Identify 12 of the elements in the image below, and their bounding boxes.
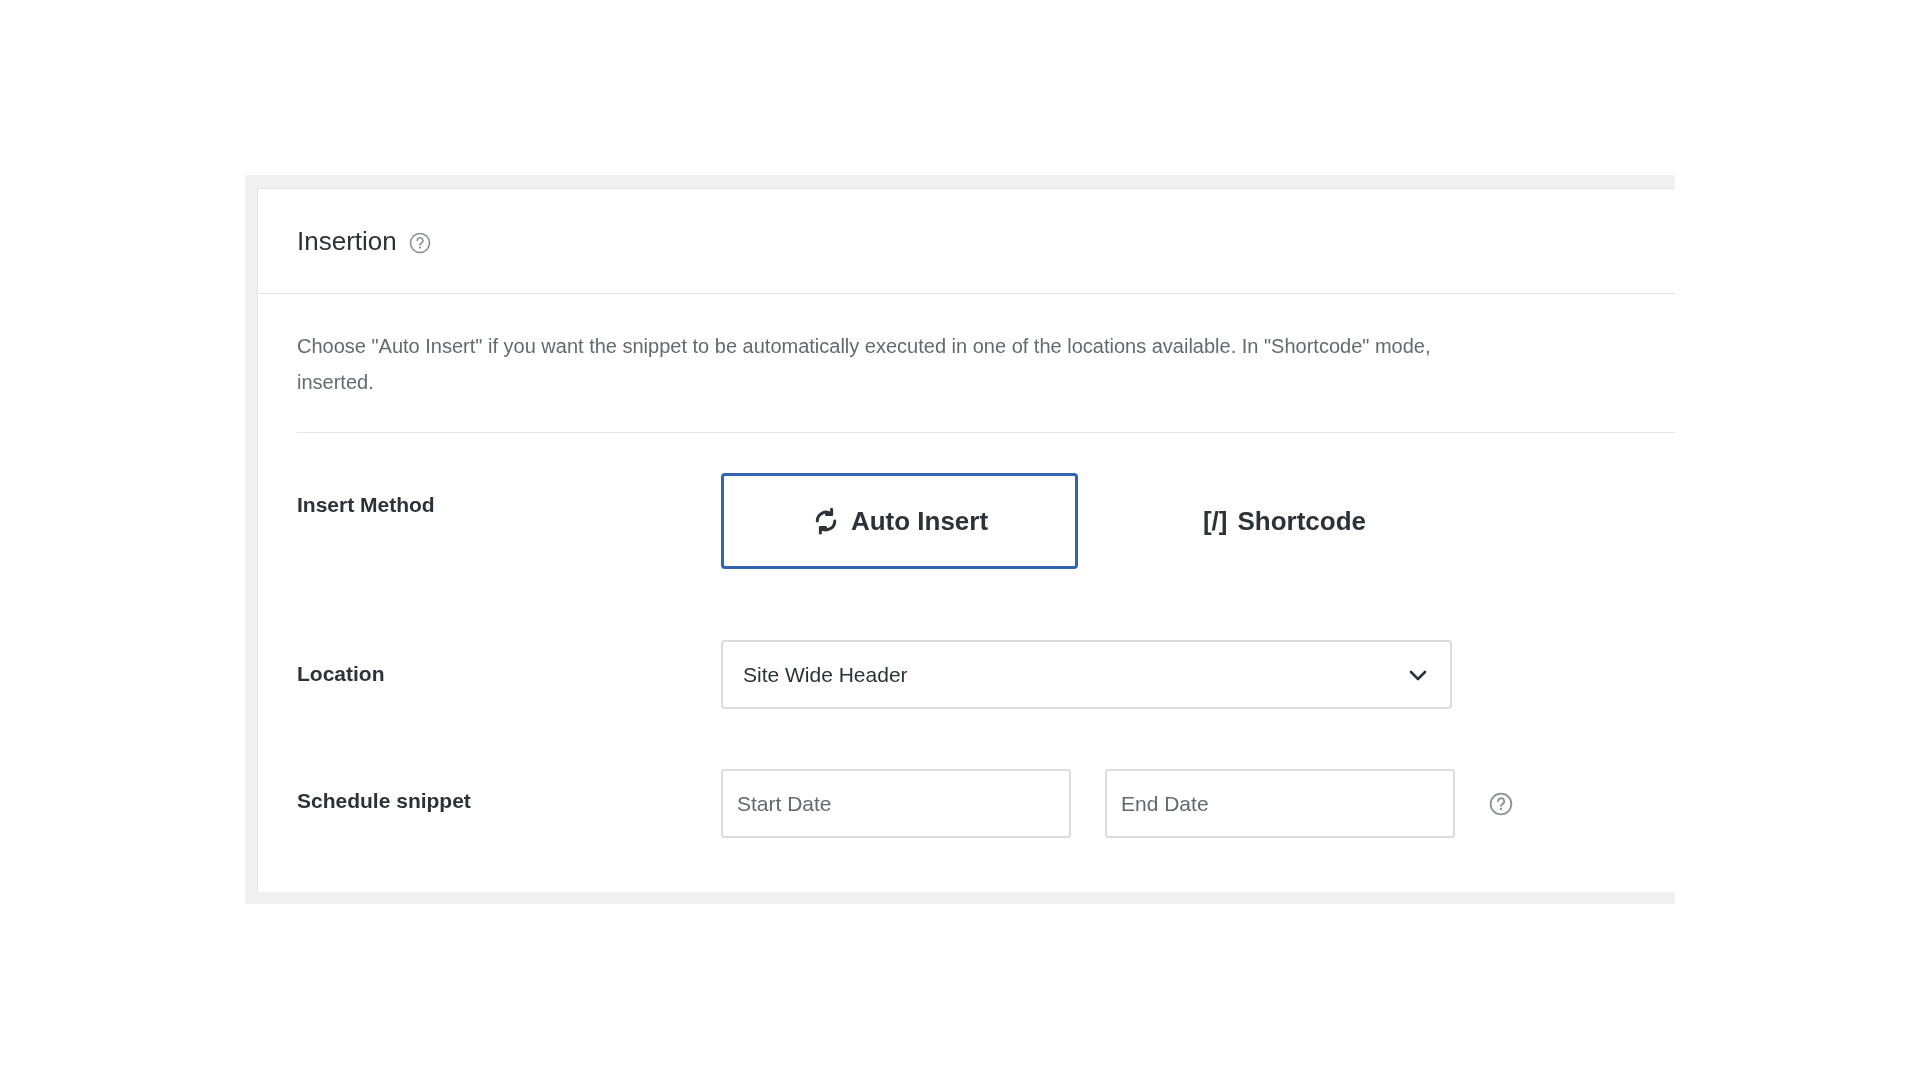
field-label: Location: [297, 662, 385, 685]
date-input[interactable]: Start Date: [721, 769, 1071, 838]
auto-insert-button[interactable]: Auto Insert: [721, 473, 1078, 569]
description-text: Choose "Auto Insert" if you want the snippet to be automatically executed in one of the locations available. In "Shortcode" mode,: [297, 334, 1432, 359]
help-icon[interactable]: [408, 232, 431, 254]
field-label: Schedule snippet: [297, 789, 471, 812]
location-select[interactable]: Site Wide Header: [721, 640, 1452, 709]
section-title: Insertion: [297, 224, 397, 258]
description-text: inserted.: [297, 370, 375, 395]
field-label: Insert Method: [297, 493, 435, 516]
help-icon[interactable]: [1489, 791, 1513, 816]
date-input[interactable]: End Date: [1105, 769, 1455, 838]
